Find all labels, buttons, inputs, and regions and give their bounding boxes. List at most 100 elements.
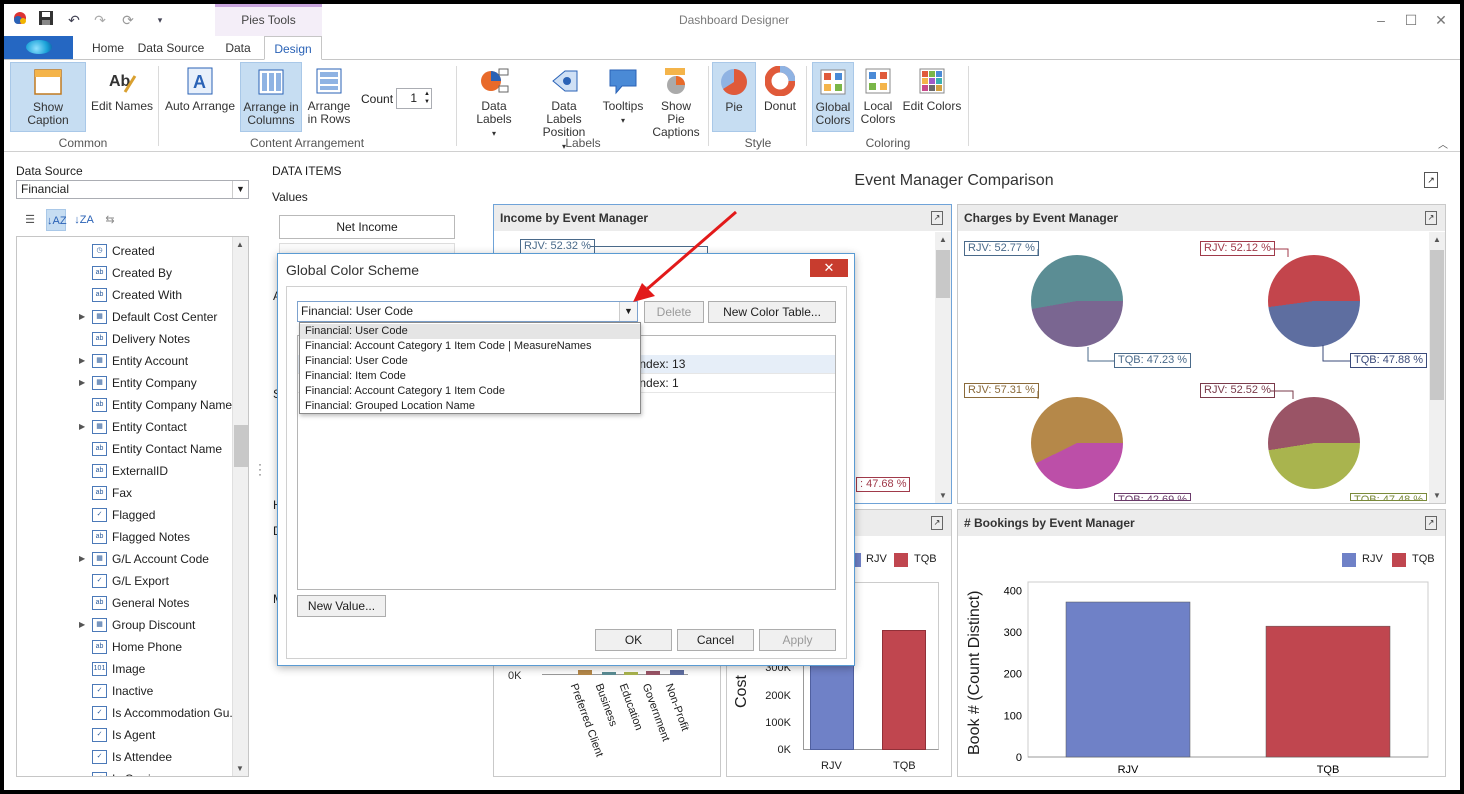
auto-arrange-button[interactable]: A Auto Arrange [164,62,236,132]
minimize-button[interactable]: – [1370,10,1392,30]
dropdown-option[interactable]: Financial: Item Code [300,369,640,384]
new-color-table-button[interactable]: New Color Table... [708,301,836,323]
tab-design[interactable]: Design [264,36,322,60]
show-caption-button[interactable]: Show Caption [10,62,86,132]
field-tree-item[interactable]: ◷ Created [17,240,235,262]
group-by-type-icon[interactable]: ☰ [20,209,40,231]
show-pie-captions-button[interactable]: Show Pie Captions [650,62,702,139]
dropdown-option[interactable]: Financial: User Code [300,324,640,339]
local-colors-button[interactable]: Local Colors [858,62,898,132]
global-colors-button[interactable]: Global Colors [812,62,854,132]
field-tree-item[interactable]: ✓ G/L Export [17,570,235,592]
refresh-icon[interactable]: ⟳ [118,10,138,30]
charges-scrollbar[interactable]: ▲ ▼ [1429,232,1445,503]
field-tree-item[interactable]: ab Entity Contact Name [17,438,235,460]
refresh-fields-icon[interactable]: ⇆ [100,209,120,231]
splitter-grip-icon[interactable]: · · · [258,458,262,480]
export-panel-icon[interactable]: ↗ [1425,516,1437,530]
expand-icon[interactable]: ▶ [79,416,85,438]
expand-icon[interactable]: ▶ [79,614,85,636]
bar[interactable] [602,672,616,675]
export-panel-icon[interactable]: ↗ [931,516,943,530]
field-tree-item[interactable]: ✓ Flagged [17,504,235,526]
new-value-button[interactable]: New Value... [297,595,386,617]
field-tree-item[interactable]: ab Created By [17,262,235,284]
field-tree-item[interactable]: ✓ Is Carrier [17,768,235,776]
tooltips-button[interactable]: Tooltips ▾ [600,62,646,132]
data-labels-position-button[interactable]: Data Labels Position▾ [532,62,596,151]
count-spinner[interactable]: 1 ▲ ▼ [396,88,432,109]
close-dialog-button[interactable]: ✕ [810,259,848,277]
dropdown-option[interactable]: Financial: Account Category 1 Item Code [300,384,640,399]
scroll-thumb[interactable] [1430,250,1444,400]
data-item-slot[interactable] [279,243,455,253]
field-tree-item[interactable]: ab Created With [17,284,235,306]
field-tree-item[interactable]: ✓ Is Attendee [17,746,235,768]
field-tree-item[interactable]: ab Fax [17,482,235,504]
scroll-up-icon[interactable]: ▲ [1433,235,1441,244]
scroll-thumb[interactable] [936,250,950,298]
cost-bar-tqb[interactable] [882,630,926,750]
expand-icon[interactable]: ▶ [79,548,85,570]
undo-icon[interactable]: ↶ [64,10,84,30]
field-tree-item[interactable]: ✓ Is Accommodation Gu... [17,702,239,724]
export-panel-icon[interactable]: ↗ [931,211,943,225]
redo-icon[interactable]: ↷ [90,10,110,30]
field-tree-item[interactable]: ▶ ▦ G/L Account Code [17,548,235,570]
tab-home[interactable]: Home [82,36,134,60]
cancel-button[interactable]: Cancel [677,629,754,651]
field-tree-item[interactable]: ab Flagged Notes [17,526,235,548]
field-tree-item[interactable]: ▶ ▦ Entity Account [17,350,235,372]
field-tree-item[interactable]: ▶ ▦ Default Cost Center [17,306,235,328]
field-tree-item[interactable]: 101 Image [17,658,235,680]
color-scheme-combo[interactable]: Financial: User Code ▼ [297,301,638,322]
application-menu-button[interactable] [4,36,73,59]
donut-style-button[interactable]: Donut [760,62,800,132]
spinner-arrows-icon[interactable]: ▲ ▼ [424,90,430,106]
ok-button[interactable]: OK [595,629,672,651]
net-income-data-item[interactable]: Net Income [279,215,455,239]
export-dashboard-icon[interactable]: ↗ [1424,172,1438,188]
bookings-bar-tqb[interactable] [1265,625,1391,758]
scroll-down-icon[interactable]: ▼ [236,764,244,773]
arrange-in-columns-button[interactable]: Arrange in Columns [240,62,302,132]
arrange-in-rows-button[interactable]: Arrange in Rows [304,62,354,132]
edit-colors-button[interactable]: Edit Colors [902,62,962,132]
edit-names-button[interactable]: Ab Edit Names [90,62,154,132]
data-source-combo[interactable]: Financial ▼ [16,180,249,199]
maximize-button[interactable]: ☐ [1400,10,1422,30]
field-tree-item[interactable]: ▶ ▦ Entity Contact [17,416,235,438]
tree-scrollbar[interactable]: ▲ ▼ [232,237,248,776]
tab-data[interactable]: Data [218,36,258,60]
expand-icon[interactable]: ▶ [79,372,85,394]
dropdown-option[interactable]: Financial: Account Category 1 Item Code … [300,339,640,354]
pie-style-button[interactable]: Pie [712,62,756,132]
chevron-down-icon[interactable]: ▼ [232,181,248,198]
field-tree-item[interactable]: ▶ ▦ Group Discount [17,614,235,636]
field-tree-item[interactable]: ▶ ▦ Entity Company [17,372,235,394]
dropdown-option[interactable]: Financial: User Code [300,354,640,369]
collapse-ribbon-icon[interactable]: ︿ [1438,136,1448,151]
scroll-up-icon[interactable]: ▲ [939,235,947,244]
bar[interactable] [624,672,638,675]
expand-icon[interactable]: ▶ [79,350,85,372]
apply-button[interactable]: Apply [759,629,836,651]
field-tree-item[interactable]: ✓ Inactive [17,680,235,702]
field-tree-item[interactable]: ab General Notes [17,592,235,614]
bar[interactable] [578,670,592,675]
chevron-down-icon[interactable]: ▼ [619,302,637,321]
field-tree-item[interactable]: ab Home Phone [17,636,235,658]
bar[interactable] [670,670,684,675]
field-tree-item[interactable]: ab Delivery Notes [17,328,235,350]
scroll-down-icon[interactable]: ▼ [1433,491,1441,500]
scroll-down-icon[interactable]: ▼ [939,491,947,500]
scroll-thumb[interactable] [234,425,248,467]
dropdown-option[interactable]: Financial: Grouped Location Name [300,399,640,414]
close-window-button[interactable]: ✕ [1430,10,1452,30]
customize-qat-icon[interactable]: ▾ [150,10,170,30]
sort-ascending-icon[interactable]: ↓AZ [46,209,67,231]
field-tree-item[interactable]: ab ExternalID [17,460,235,482]
bookings-bar-rjv[interactable] [1065,601,1191,758]
bar[interactable] [646,671,660,675]
field-tree-item[interactable]: ab Entity Company Name [17,394,235,416]
